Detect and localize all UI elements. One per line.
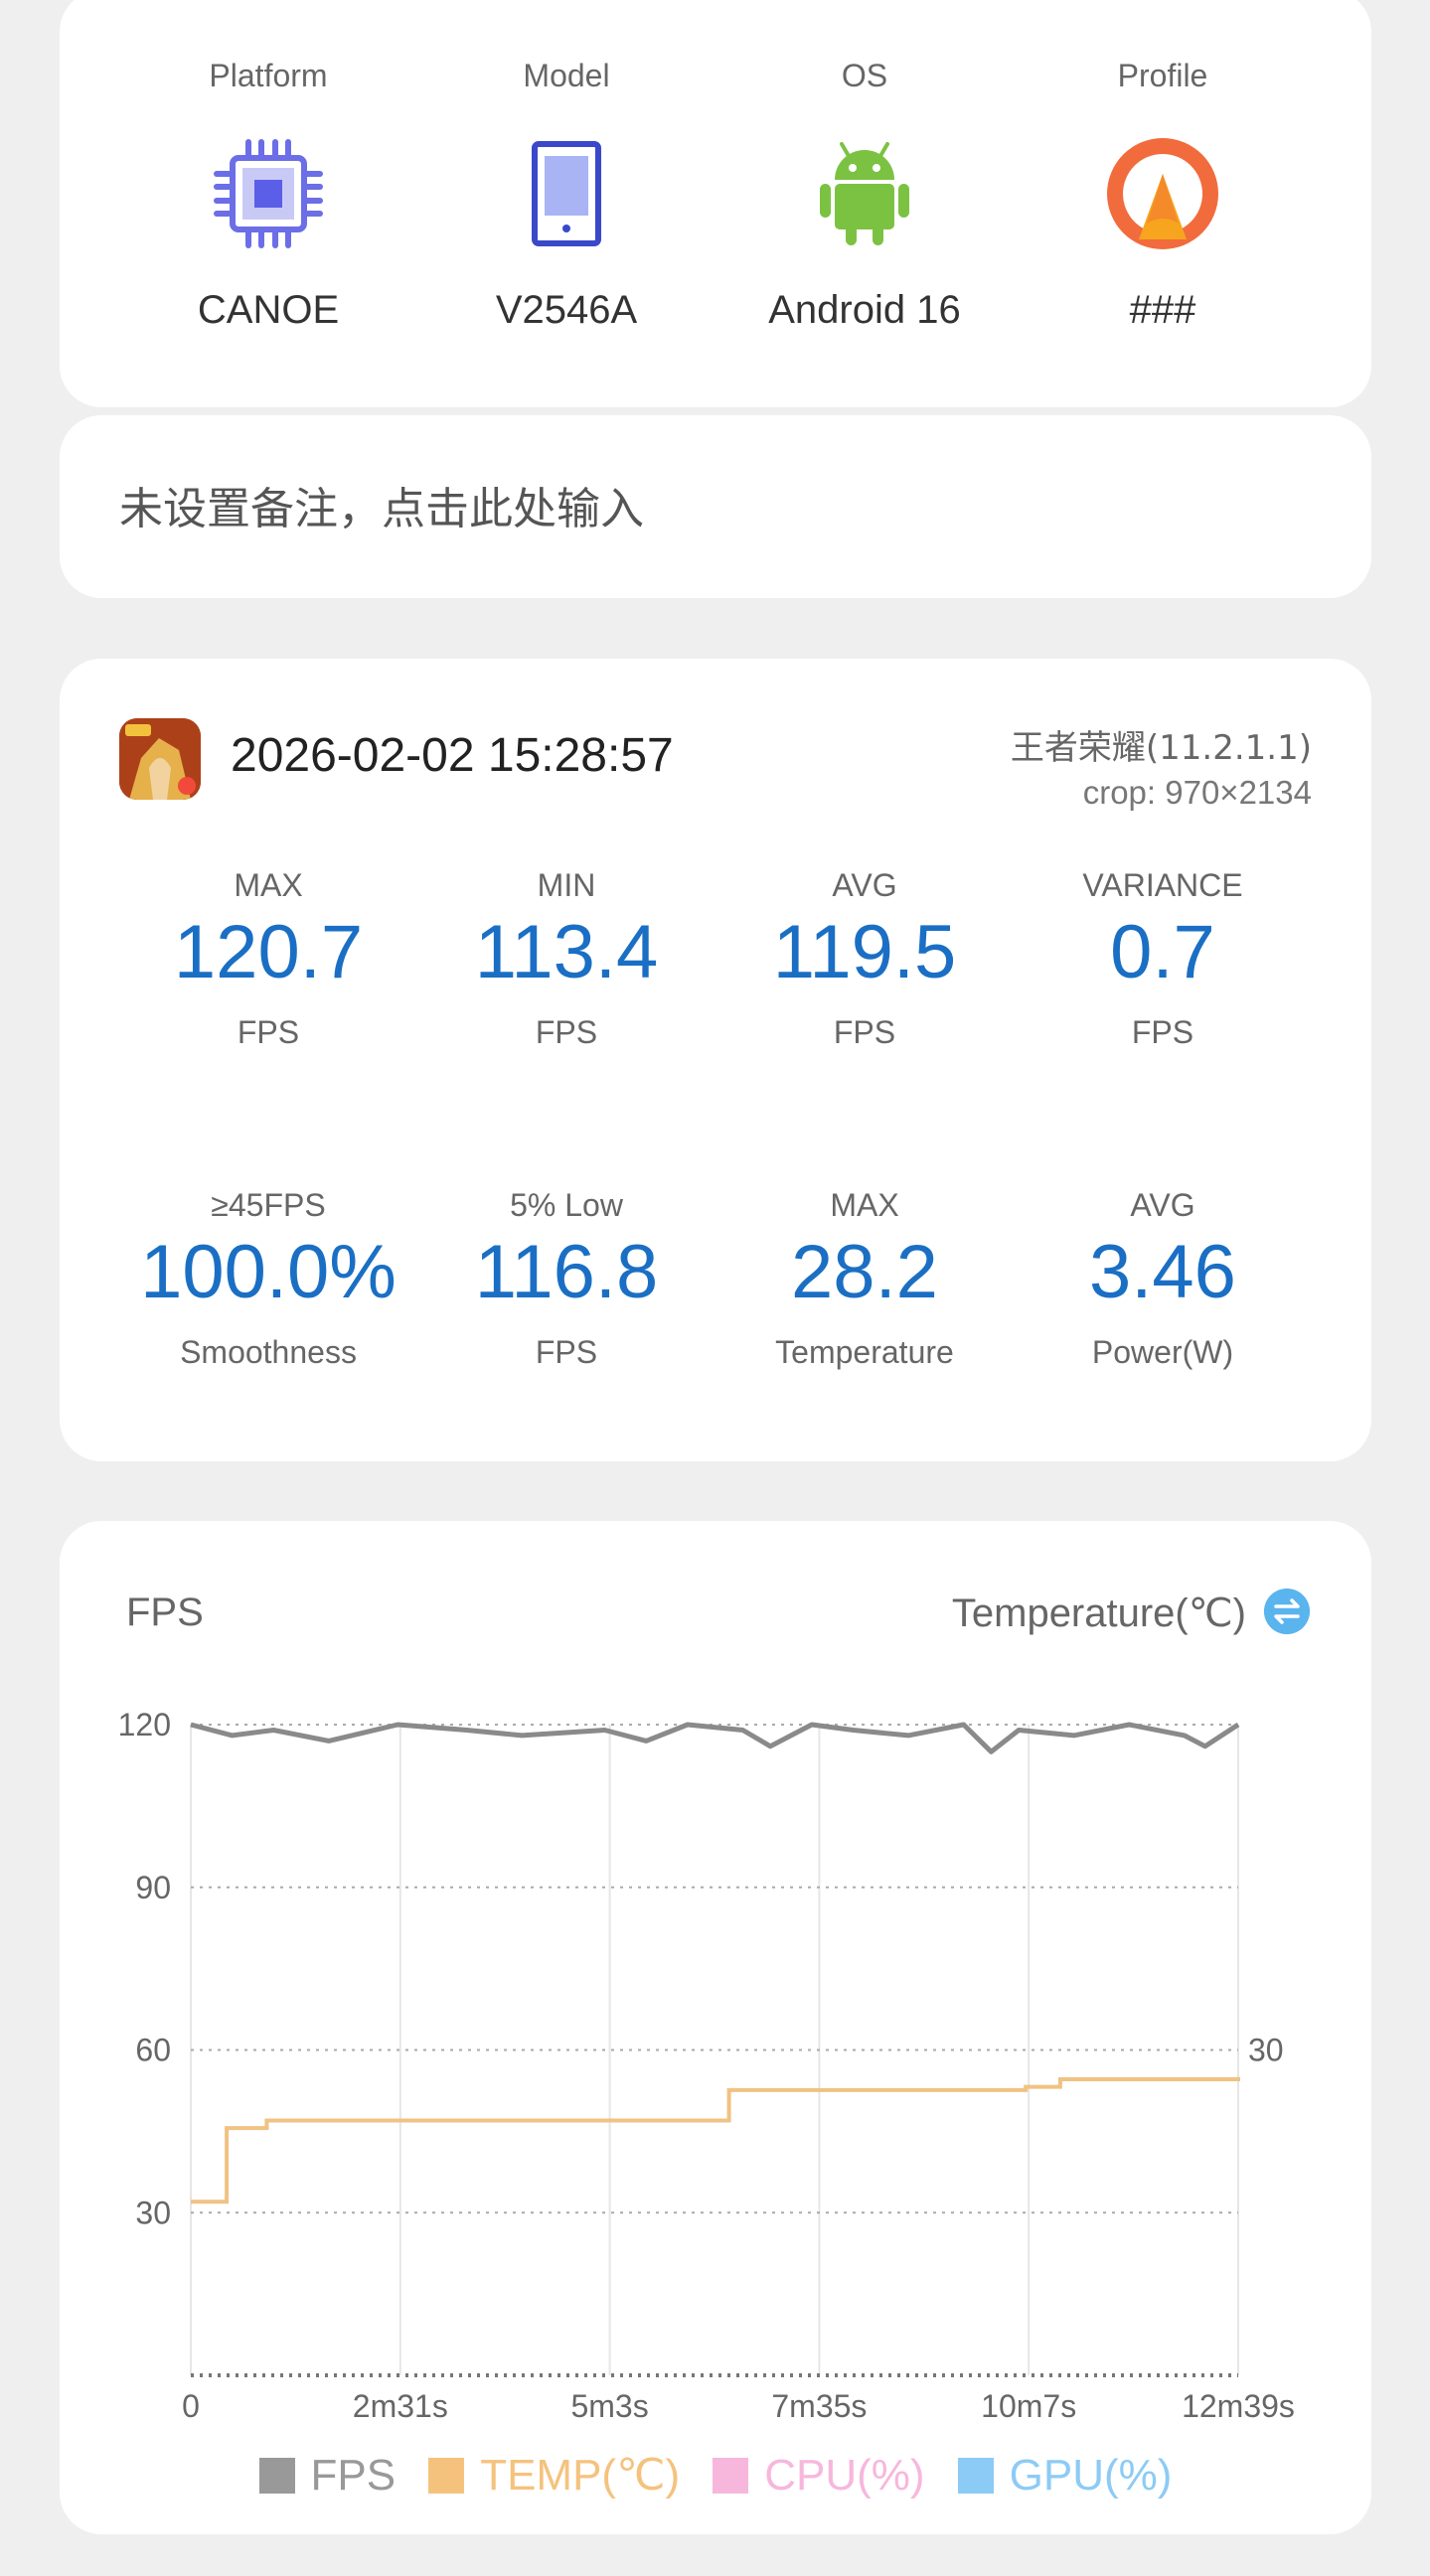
stat-value: 3.46 — [1089, 1230, 1236, 1314]
os-label: OS — [841, 58, 888, 93]
model-label: Model — [523, 58, 610, 93]
stat-unit: Smoothness — [180, 1334, 357, 1370]
x-tick-label: 5m3s — [570, 2388, 648, 2424]
legend-gpu[interactable]: GPU(%) — [957, 2450, 1173, 2500]
stat-unit: Power(W) — [1091, 1334, 1234, 1370]
game-name: 王者荣耀(11.2.1.1) — [1010, 728, 1312, 768]
legend-temp-swatch — [428, 2458, 465, 2494]
platform-value: CANOE — [197, 288, 340, 332]
stat-label: 5% Low — [510, 1187, 623, 1223]
platform-column: Platform CANOE — [119, 0, 417, 407]
note-card[interactable]: 未设置备注，点击此处输入 — [60, 415, 1371, 598]
stat-value: 116.8 — [474, 1230, 659, 1314]
x-tick-label: 12m39s — [1182, 2388, 1295, 2424]
stat-label: AVG — [832, 867, 897, 903]
os-value: Android 16 — [768, 288, 961, 332]
y-right-tick-label: 30 — [1248, 2033, 1284, 2068]
stat-value: 100.0% — [140, 1230, 397, 1314]
stat-variance: VARIANCE 0.7 FPS — [1014, 867, 1312, 1066]
game-icon — [119, 718, 201, 800]
stat-label: ≥45FPS — [211, 1187, 326, 1223]
session-stats-card: 2026-02-02 15:28:57 王者荣耀(11.2.1.1) crop:… — [60, 659, 1371, 1461]
stat-label: MIN — [537, 867, 596, 903]
fps-temperature-chart: 0 2m31s 5m3s 7m35s 10m7s 12m39s 120 90 60 30 30 — [118, 1707, 1295, 2424]
legend-temp[interactable]: TEMP(℃) — [428, 2450, 680, 2500]
model-column: Model V2546A — [417, 0, 715, 407]
stat-unit: FPS — [535, 1334, 598, 1370]
profile-value: ### — [1129, 288, 1196, 332]
platform-label: Platform — [209, 58, 328, 93]
crop-info: crop: 970×2134 — [1082, 774, 1312, 811]
chart-legend: FPS TEMP(℃) CPU(%) GPU(%) — [60, 2450, 1371, 2509]
legend-fps-label: FPS — [310, 2450, 397, 2500]
stat-max-temp: MAX 28.2 Temperature — [715, 1187, 1014, 1386]
android-icon — [820, 142, 909, 245]
stat-avg-power: AVG 3.46 Power(W) — [1014, 1187, 1312, 1386]
y-left-tick-label: 60 — [135, 2033, 171, 2068]
stat-avg-fps: AVG 119.5 FPS — [715, 867, 1014, 1066]
x-tick-label: 10m7s — [981, 2388, 1076, 2424]
stat-value: 113.4 — [474, 910, 659, 994]
legend-cpu[interactable]: CPU(%) — [713, 2450, 925, 2500]
profile-label: Profile — [1117, 58, 1208, 93]
legend-gpu-swatch — [957, 2457, 994, 2494]
legend-cpu-label: CPU(%) — [764, 2450, 925, 2500]
stat-label: VARIANCE — [1082, 867, 1243, 903]
stat-unit: FPS — [833, 1014, 896, 1050]
stat-label: MAX — [830, 1187, 899, 1223]
fps-series-line — [190, 1722, 1240, 1754]
session-timestamp: 2026-02-02 15:28:57 — [231, 729, 674, 782]
stat-unit: FPS — [237, 1014, 300, 1050]
x-tick-label: 2m31s — [353, 2388, 448, 2424]
note-input[interactable]: 未设置备注，点击此处输入 — [119, 473, 644, 536]
x-tick-label: 7m35s — [771, 2388, 867, 2424]
temp-series-line — [191, 2076, 1240, 2204]
stat-unit: FPS — [535, 1014, 598, 1050]
device-info-card: Platform CANOE Model V2546A OS Android 1… — [60, 0, 1371, 407]
stat-value: 119.5 — [772, 910, 957, 994]
stat-value: 0.7 — [1110, 910, 1215, 994]
stat-unit: Temperature — [775, 1334, 954, 1370]
legend-fps[interactable]: FPS — [258, 2450, 397, 2500]
legend-fps-swatch — [258, 2457, 295, 2494]
y-left-tick-label: 90 — [135, 1870, 171, 1905]
profile-icon — [1107, 138, 1218, 249]
stat-max-fps: MAX 120.7 FPS — [119, 867, 417, 1066]
stat-smoothness: ≥45FPS 100.0% Smoothness — [119, 1187, 417, 1386]
legend-temp-label: TEMP(℃) — [480, 2451, 681, 2500]
y-left-tick-label: 120 — [118, 1707, 171, 1743]
chip-icon — [214, 139, 323, 248]
legend-gpu-label: GPU(%) — [1009, 2450, 1173, 2500]
x-tick-label: 0 — [182, 2388, 200, 2424]
stat-label: MAX — [234, 867, 303, 903]
stat-value: 28.2 — [791, 1230, 938, 1314]
phone-icon — [532, 141, 601, 246]
y-left-tick-label: 30 — [135, 2195, 171, 2230]
stat-5pct-low: 5% Low 116.8 FPS — [417, 1187, 715, 1386]
stat-min-fps: MIN 113.4 FPS — [417, 867, 715, 1066]
stat-label: AVG — [1130, 1187, 1195, 1223]
profile-column: Profile ### — [1014, 0, 1312, 407]
os-column: OS Android 16 — [715, 0, 1014, 407]
chart-card: FPS Temperature(℃) 0 2m31s 5m3s 7m35s 10m7s 1… — [60, 1521, 1371, 2534]
stat-value: 120.7 — [173, 910, 364, 994]
model-value: V2546A — [495, 288, 638, 332]
stat-unit: FPS — [1131, 1014, 1194, 1050]
legend-cpu-swatch — [713, 2457, 749, 2494]
